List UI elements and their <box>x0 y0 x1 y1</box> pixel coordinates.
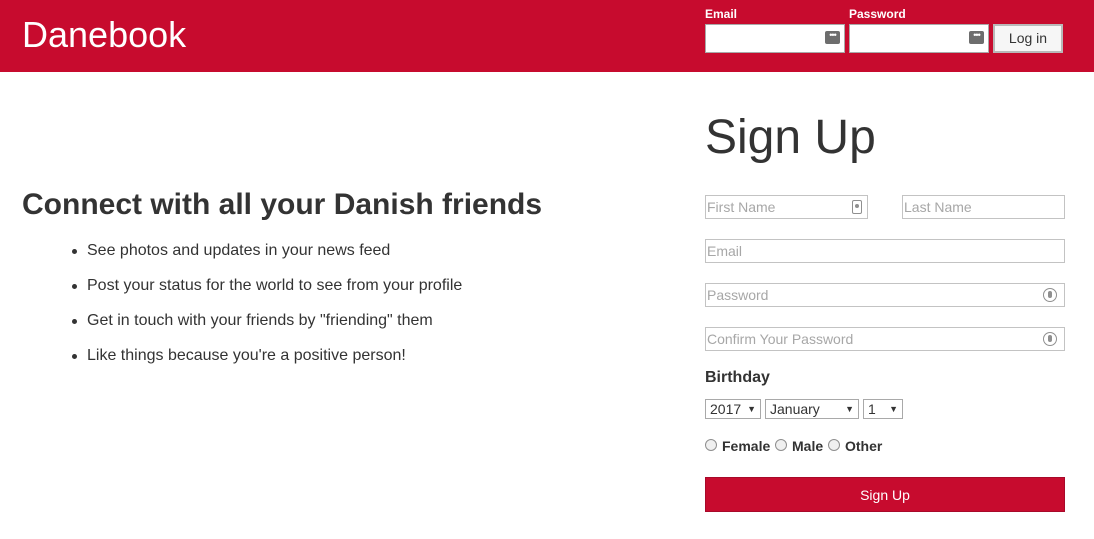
birthday-month-select[interactable]: January ▼ <box>765 399 859 419</box>
chevron-down-icon: ▼ <box>845 404 854 414</box>
feature-item: Like things because you're a positive pe… <box>67 345 462 380</box>
login-button[interactable]: Log in <box>993 24 1063 53</box>
email-field[interactable]: Email <box>705 239 1065 263</box>
signup-button[interactable]: Sign Up <box>705 477 1065 512</box>
first-name-field[interactable]: First Name <box>705 195 868 219</box>
last-name-placeholder: Last Name <box>904 199 972 215</box>
top-bar: Danebook Email ••• Password ••• Log in <box>0 0 1094 72</box>
autofill-dots-icon[interactable]: ••• <box>969 31 984 44</box>
login-email-input[interactable]: ••• <box>705 24 845 53</box>
birthday-year-select[interactable]: 2017 ▼ <box>705 399 761 419</box>
first-name-placeholder: First Name <box>707 199 776 215</box>
gender-female-label[interactable]: Female <box>722 438 770 454</box>
password-field[interactable]: Password <box>705 283 1065 307</box>
feature-list: See photos and updates in your news feed… <box>67 240 462 380</box>
login-password-input[interactable]: ••• <box>849 24 989 53</box>
autofill-dots-icon[interactable]: ••• <box>825 31 840 44</box>
contact-card-icon[interactable] <box>852 200 862 214</box>
password-key-icon[interactable] <box>1043 332 1057 346</box>
brand-logo[interactable]: Danebook <box>22 14 186 56</box>
gender-male-radio[interactable] <box>775 439 787 451</box>
email-placeholder: Email <box>707 243 743 259</box>
login-email-label: Email <box>705 7 738 21</box>
password-placeholder: Password <box>707 287 769 303</box>
month-value: January <box>770 401 820 417</box>
gender-male-label[interactable]: Male <box>792 438 823 454</box>
birthday-day-select[interactable]: 1 ▼ <box>863 399 903 419</box>
feature-item: See photos and updates in your news feed <box>67 240 462 275</box>
birthday-label: Birthday <box>705 369 770 386</box>
intro-headline: Connect with all your Danish friends <box>22 188 543 221</box>
confirm-password-field[interactable]: Confirm Your Password <box>705 327 1065 351</box>
day-value: 1 <box>868 401 876 417</box>
gender-female-radio[interactable] <box>705 439 717 451</box>
feature-item: Post your status for the world to see fr… <box>67 275 462 310</box>
confirm-password-placeholder: Confirm Your Password <box>707 331 854 347</box>
password-key-icon[interactable] <box>1043 288 1057 302</box>
signup-title: Sign Up <box>705 111 876 164</box>
gender-other-label[interactable]: Other <box>845 438 882 454</box>
last-name-field[interactable]: Last Name <box>902 195 1065 219</box>
chevron-down-icon: ▼ <box>889 404 898 414</box>
feature-item: Get in touch with your friends by "frien… <box>67 310 462 345</box>
gender-other-radio[interactable] <box>828 439 840 451</box>
login-password-label: Password <box>849 7 906 21</box>
chevron-down-icon: ▼ <box>747 404 756 414</box>
year-value: 2017 <box>710 401 742 417</box>
